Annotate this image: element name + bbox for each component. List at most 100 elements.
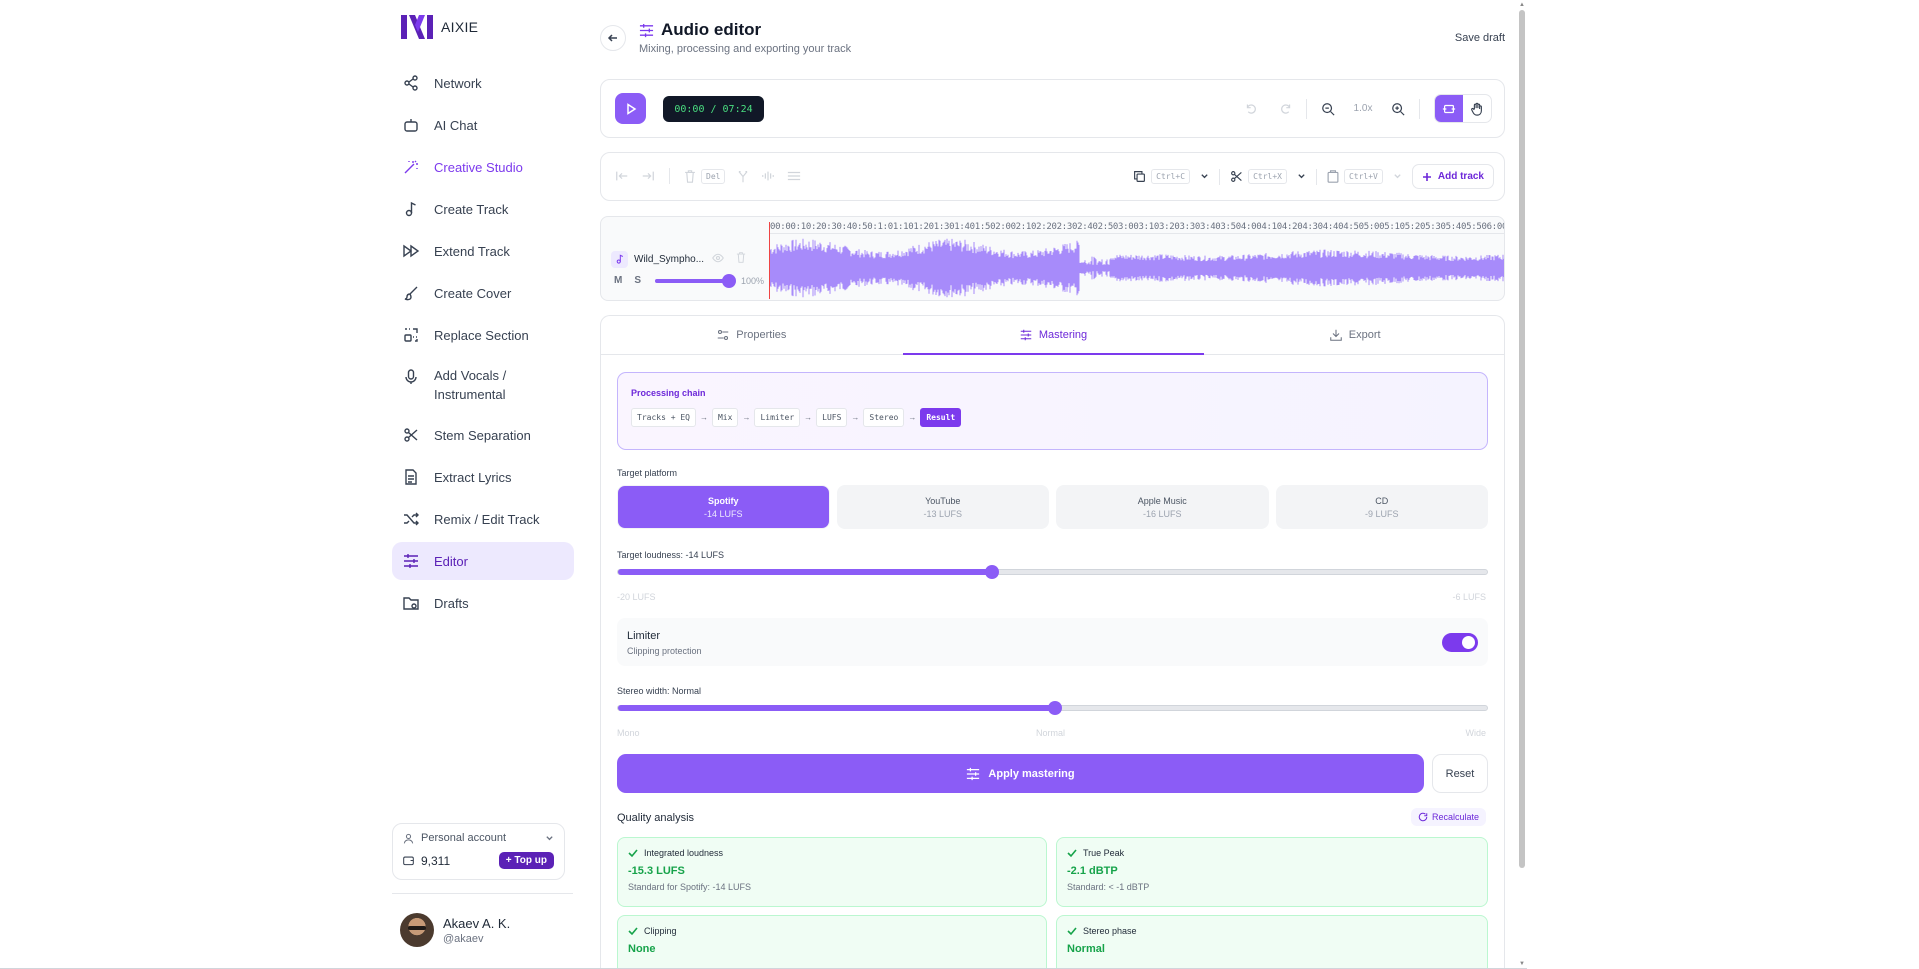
scissors-icon xyxy=(1231,171,1242,182)
platform-lufs: -9 LUFS xyxy=(1364,508,1399,519)
select-mode-button[interactable] xyxy=(1435,95,1463,122)
redo-button[interactable] xyxy=(1272,96,1298,122)
waveform-path xyxy=(769,238,1504,298)
cut-options-button[interactable] xyxy=(1297,168,1306,186)
platform-youtube[interactable]: YouTube -13 LUFS xyxy=(836,485,1049,529)
sidebar-item-ai-chat[interactable]: AI Chat xyxy=(392,106,574,144)
tab-properties[interactable]: Properties xyxy=(601,316,903,354)
platform-cd[interactable]: CD -9 LUFS xyxy=(1275,485,1488,529)
sidebar-item-extract-lyrics[interactable]: Extract Lyrics xyxy=(392,458,574,496)
top-up-button[interactable]: + Top up xyxy=(498,852,554,869)
zoom-out-button[interactable] xyxy=(1315,96,1341,122)
undo-button[interactable] xyxy=(1238,96,1264,122)
stereo-width-slider[interactable] xyxy=(617,701,1488,715)
copy-options-button[interactable] xyxy=(1200,168,1209,186)
waveform-button[interactable] xyxy=(761,170,775,182)
chain-step: Limiter xyxy=(754,408,801,427)
playhead[interactable] xyxy=(769,222,770,299)
stereo-handle[interactable] xyxy=(1048,701,1063,715)
reset-button[interactable]: Reset xyxy=(1432,754,1488,793)
solo-button[interactable]: S xyxy=(634,275,641,286)
sidebar-item-drafts[interactable]: Drafts xyxy=(392,584,574,622)
paste-options-button[interactable] xyxy=(1393,168,1402,186)
loudness-max-label: -6 LUFS xyxy=(1452,592,1486,602)
sidebar-item-replace-section[interactable]: Replace Section xyxy=(392,316,574,354)
loudness-min-label: -20 LUFS xyxy=(617,592,656,602)
cut-button[interactable]: Ctrl+X xyxy=(1230,169,1287,184)
skip-end-button[interactable] xyxy=(641,170,655,182)
sidebar-item-stem-separation[interactable]: Stem Separation xyxy=(392,416,574,454)
delete-track-button[interactable] xyxy=(736,250,746,268)
sidebar-item-remix[interactable]: Remix / Edit Track xyxy=(392,500,574,538)
platform-spotify[interactable]: Spotify -14 LUFS xyxy=(617,485,830,529)
tab-label: Export xyxy=(1348,329,1381,341)
arrow-right-icon: → xyxy=(804,413,813,422)
sidebar-item-label: Extend Track xyxy=(434,243,510,259)
divider xyxy=(669,168,670,184)
tab-export[interactable]: Export xyxy=(1204,316,1504,354)
zoom-in-button[interactable] xyxy=(1385,96,1411,122)
sidebar-item-network[interactable]: Network xyxy=(392,64,574,102)
sidebar-item-creative-studio[interactable]: Creative Studio xyxy=(392,148,574,186)
limiter-toggle[interactable] xyxy=(1442,633,1478,652)
document-icon xyxy=(402,468,420,486)
track-name[interactable]: Wild_Sympho... xyxy=(634,254,706,265)
mute-button[interactable]: M xyxy=(614,275,622,286)
eye-icon xyxy=(712,253,724,263)
page-scrollbar[interactable]: ▲ ▼ xyxy=(1517,0,1527,969)
toggle-knob xyxy=(1462,636,1475,649)
paste-button[interactable]: Ctrl+V xyxy=(1327,169,1383,184)
scroll-thumb[interactable] xyxy=(1519,10,1525,868)
sidebar-item-editor[interactable]: Editor xyxy=(392,542,574,580)
loudness-slider[interactable] xyxy=(617,565,1488,579)
logo[interactable]: AIXIE xyxy=(401,15,478,39)
skip-end-icon xyxy=(642,171,654,181)
copy-button[interactable]: Ctrl+C xyxy=(1133,169,1191,184)
qa-card-header: True Peak xyxy=(1067,848,1124,858)
limiter-row: Limiter Clipping protection xyxy=(617,618,1488,666)
stereo-tick-normal: Normal xyxy=(1036,728,1066,738)
check-icon xyxy=(628,849,638,858)
user-profile[interactable]: Akaev A. K. @akaev xyxy=(400,913,510,947)
delete-button[interactable]: Del xyxy=(684,168,726,184)
sidebar-item-create-track[interactable]: Create Track xyxy=(392,190,574,228)
qa-card-value: Normal xyxy=(1067,943,1105,955)
sidebar-item-extend-track[interactable]: Extend Track xyxy=(392,232,574,270)
hand-mode-button[interactable] xyxy=(1463,95,1491,122)
sidebar-item-label: Add Vocals / Instrumental xyxy=(434,368,507,402)
limiter-title: Limiter xyxy=(627,630,661,642)
skip-start-button[interactable] xyxy=(615,170,629,182)
sidebar-item-add-vocals[interactable]: Add Vocals / Instrumental xyxy=(392,358,574,412)
hand-icon xyxy=(1471,102,1482,116)
chain-step: Mix xyxy=(711,408,739,427)
platform-apple-music[interactable]: Apple Music -16 LUFS xyxy=(1056,485,1269,529)
recalculate-button[interactable]: Recalculate xyxy=(1410,808,1486,826)
scroll-down-arrow[interactable]: ▼ xyxy=(1518,960,1526,968)
volume-handle[interactable] xyxy=(722,273,737,288)
qa-card-title: True Peak xyxy=(1083,848,1125,858)
align-button[interactable] xyxy=(787,170,801,182)
volume-slider[interactable] xyxy=(655,273,737,288)
loudness-fill xyxy=(618,569,992,575)
zoom-out-icon xyxy=(1322,102,1335,116)
toolbar-right: Ctrl+C Ctrl+X Ctrl+V Add track xyxy=(1123,164,1494,189)
play-button[interactable] xyxy=(615,93,646,124)
apply-mastering-button[interactable]: Apply mastering xyxy=(617,754,1424,793)
sidebar-item-create-cover[interactable]: Create Cover xyxy=(392,274,574,312)
refresh-icon xyxy=(1418,812,1428,822)
visibility-toggle[interactable] xyxy=(712,250,724,268)
volume-fill xyxy=(655,278,730,283)
zoom-in-icon xyxy=(1392,102,1405,116)
save-draft-button[interactable]: Save draft xyxy=(1455,32,1505,44)
add-track-button[interactable]: Add track xyxy=(1411,164,1494,189)
aixie-logo-icon xyxy=(401,15,433,39)
account-switcher[interactable]: Personal account xyxy=(403,832,554,844)
tab-mastering[interactable]: Mastering xyxy=(902,316,1205,355)
scroll-up-arrow[interactable]: ▲ xyxy=(1518,1,1526,9)
waveform[interactable] xyxy=(769,237,1504,299)
back-button[interactable] xyxy=(600,25,626,51)
split-button[interactable] xyxy=(737,170,749,183)
sidebar-item-label: Drafts xyxy=(434,595,469,611)
loudness-handle[interactable] xyxy=(984,565,999,579)
play-icon xyxy=(626,102,636,115)
